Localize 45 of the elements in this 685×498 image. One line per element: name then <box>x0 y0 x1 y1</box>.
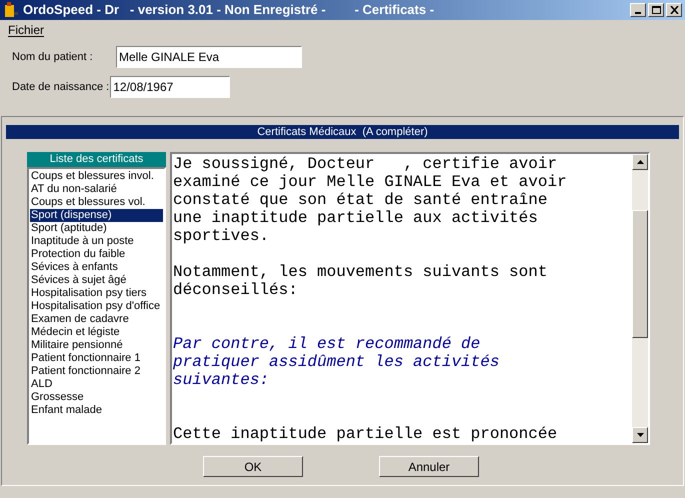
list-item[interactable]: Coups et blessures vol. <box>30 196 163 209</box>
close-icon <box>670 6 678 14</box>
list-item[interactable]: Coups et blessures invol. <box>30 170 163 183</box>
list-item[interactable]: Patient fonctionnaire 1 <box>30 352 163 365</box>
app-icon <box>3 2 19 18</box>
list-item[interactable]: Patient fonctionnaire 2 <box>30 365 163 378</box>
list-item[interactable]: Inaptitude à un poste <box>30 235 163 248</box>
minimize-button[interactable] <box>630 3 646 17</box>
paragraph: Notamment, les mouvements suivants sont déconseillés: <box>173 263 548 299</box>
menu-item[interactable]: Fichier <box>8 21 44 39</box>
list-item[interactable]: Enfant malade <box>30 404 163 417</box>
ok-button[interactable]: OK <box>203 456 303 477</box>
list-item[interactable]: Grossesse <box>30 391 163 404</box>
list-item[interactable]: Médecin et légiste <box>30 326 163 339</box>
window-title: OrdoSpeed - Dr - version 3.01 - Non Enregistré - - Certificats - <box>23 1 436 20</box>
text-field[interactable]: Melle GINALE Eva <box>116 46 302 68</box>
up-arrow-icon <box>636 160 644 164</box>
list-item[interactable]: Hospitalisation psy tiers <box>30 287 163 300</box>
paragraph: Je soussigné, Docteur , certifie avoir examiné ce jour Melle GINALE Eva et avoir constaté que son état de santé entraîne une inaptitude partielle aux activités sportives. <box>173 155 568 245</box>
text-field[interactable]: 12/08/1967 <box>110 76 230 98</box>
list-item[interactable]: AT du non-salarié <box>30 183 163 196</box>
maximize-button[interactable] <box>648 3 664 17</box>
list-item[interactable]: Militaire pensionné <box>30 339 163 352</box>
list-item[interactable]: ALD <box>30 378 163 391</box>
field-label: Nom du patient : <box>12 50 94 65</box>
scroll-up-button[interactable] <box>632 154 648 170</box>
list-item[interactable]: Sévices à enfants <box>30 261 163 274</box>
scrollbar[interactable] <box>632 154 648 443</box>
list-item[interactable]: Sport (dispense) <box>30 209 163 222</box>
list-header: Liste des certificats <box>27 152 166 167</box>
list-item[interactable]: Examen de cadavre <box>30 313 163 326</box>
list-item[interactable]: Sport (aptitude) <box>30 222 163 235</box>
panel-header: Certificats Médicaux (A compléter) <box>6 125 679 139</box>
list-item[interactable]: Sévices à sujet âgé <box>30 274 163 287</box>
scroll-down-button[interactable] <box>632 427 648 443</box>
close-button[interactable] <box>666 3 682 17</box>
paragraph: Par contre, il est recommandé de pratiquer assidûment les activités suivantes: <box>173 335 500 389</box>
maximize-icon <box>652 6 660 14</box>
cancel-button[interactable]: Annuler <box>379 456 479 477</box>
down-arrow-icon <box>636 433 644 437</box>
scroll-thumb[interactable] <box>632 210 648 338</box>
paragraph: Cette inaptitude partielle est prononcée <box>173 425 558 443</box>
list-item[interactable]: Protection du faible <box>30 248 163 261</box>
field-label: Date de naissance : <box>12 80 110 95</box>
list-item[interactable]: Hospitalisation psy d'office <box>30 300 163 313</box>
